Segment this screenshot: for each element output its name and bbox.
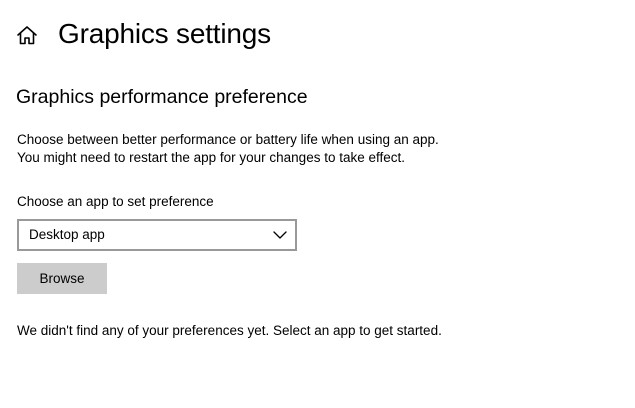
page-title: Graphics settings: [58, 18, 271, 49]
app-type-dropdown[interactable]: Desktop app: [17, 219, 297, 251]
chevron-down-icon: [273, 231, 287, 239]
empty-preferences-message: We didn't find any of your preferences y…: [17, 323, 442, 338]
browse-button[interactable]: Browse: [17, 263, 107, 294]
section-title: Graphics performance preference: [16, 86, 308, 108]
home-icon[interactable]: [15, 24, 39, 46]
description-line-1: Choose between better performance or bat…: [17, 132, 439, 147]
section-description: Choose between better performance or bat…: [17, 131, 617, 167]
page-header: Graphics settings: [0, 0, 635, 70]
app-picker-label: Choose an app to set preference: [17, 194, 214, 209]
app-type-selected-value: Desktop app: [29, 227, 105, 242]
description-line-2: You might need to restart the app for yo…: [17, 150, 405, 165]
